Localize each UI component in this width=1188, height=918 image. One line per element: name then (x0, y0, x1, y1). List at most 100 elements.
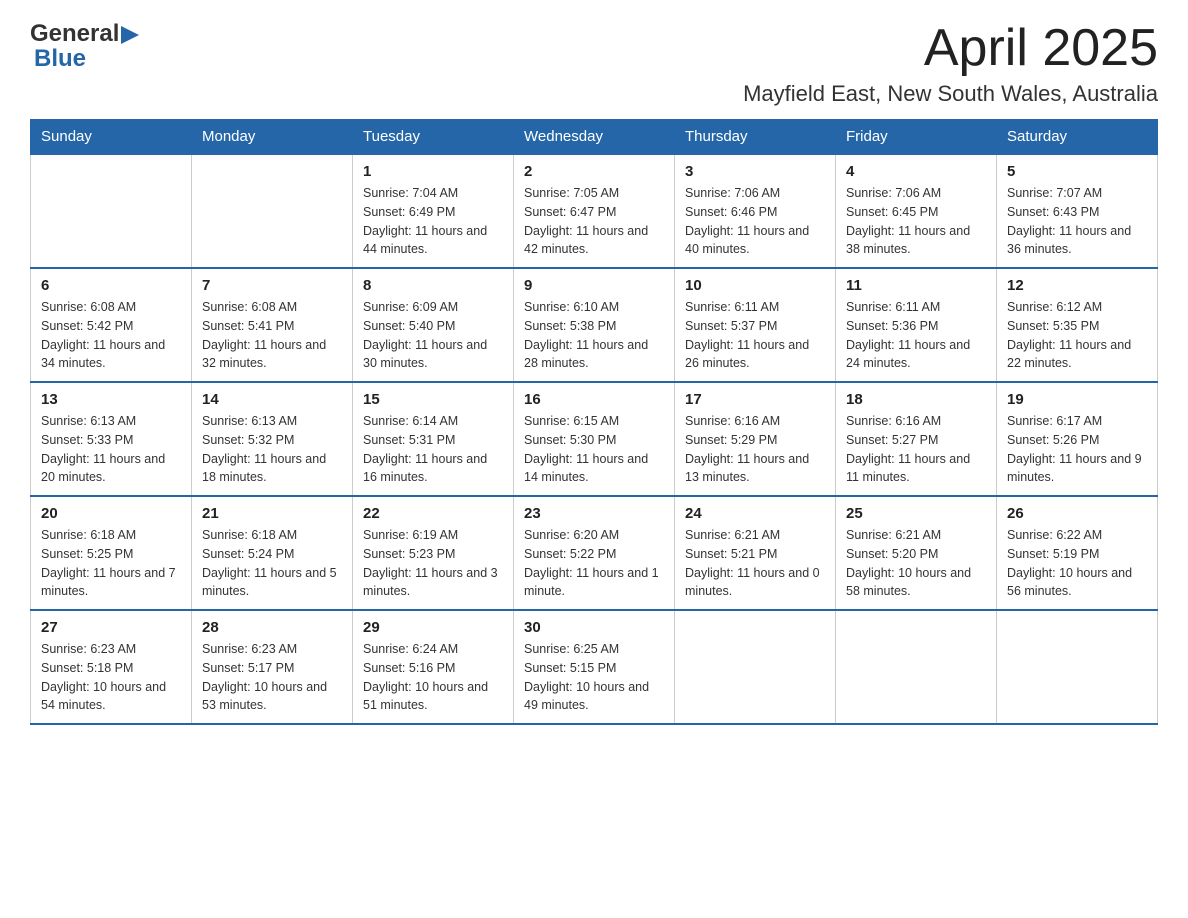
weekday-header-tuesday: Tuesday (353, 120, 514, 155)
calendar-cell: 20Sunrise: 6:18 AMSunset: 5:25 PMDayligh… (31, 496, 192, 610)
day-number: 23 (524, 505, 664, 522)
logo-arrow-icon (121, 26, 139, 44)
weekday-header-sunday: Sunday (31, 120, 192, 155)
sun-info: Sunrise: 7:04 AMSunset: 6:49 PMDaylight:… (363, 184, 503, 259)
sun-info: Sunrise: 6:08 AMSunset: 5:41 PMDaylight:… (202, 298, 342, 373)
day-number: 8 (363, 277, 503, 294)
sun-info: Sunrise: 6:16 AMSunset: 5:27 PMDaylight:… (846, 412, 986, 487)
logo: General Blue (30, 20, 139, 74)
sun-info: Sunrise: 6:16 AMSunset: 5:29 PMDaylight:… (685, 412, 825, 487)
calendar-cell: 9Sunrise: 6:10 AMSunset: 5:38 PMDaylight… (514, 268, 675, 382)
calendar-cell: 18 Sunrise: 6:16 AMSunset: 5:27 PMDayligh… (836, 382, 997, 496)
calendar-cell (836, 610, 997, 724)
calendar-cell: 10 Sunrise: 6:11 AMSunset: 5:37 PMDayligh… (675, 268, 836, 382)
calendar-cell: 23 Sunrise: 6:20 AMSunset: 5:22 PMDayligh… (514, 496, 675, 610)
sun-info: Sunrise: 6:23 AMSunset: 5:18 PMDaylight:… (41, 640, 181, 715)
calendar-week-row: 20Sunrise: 6:18 AMSunset: 5:25 PMDayligh… (31, 496, 1158, 610)
calendar-week-row: 1 Sunrise: 7:04 AMSunset: 6:49 PMDaylight… (31, 154, 1158, 268)
calendar-cell: 1 Sunrise: 7:04 AMSunset: 6:49 PMDaylight… (353, 154, 514, 268)
calendar-cell: 25Sunrise: 6:21 AMSunset: 5:20 PMDayligh… (836, 496, 997, 610)
sun-info: Sunrise: 6:09 AMSunset: 5:40 PMDaylight:… (363, 298, 503, 373)
location-title: Mayfield East, New South Wales, Australi… (743, 81, 1158, 107)
logo-blue-text: Blue (34, 45, 139, 74)
day-number: 30 (524, 619, 664, 636)
weekday-header-saturday: Saturday (997, 120, 1158, 155)
sun-info: Sunrise: 7:05 AMSunset: 6:47 PMDaylight:… (524, 184, 664, 259)
calendar-cell (675, 610, 836, 724)
calendar-cell: 12Sunrise: 6:12 AMSunset: 5:35 PMDayligh… (997, 268, 1158, 382)
title-block: April 2025 Mayfield East, New South Wale… (743, 20, 1158, 107)
sun-info: Sunrise: 6:23 AMSunset: 5:17 PMDaylight:… (202, 640, 342, 715)
day-number: 3 (685, 163, 825, 180)
calendar-cell: 17Sunrise: 6:16 AMSunset: 5:29 PMDayligh… (675, 382, 836, 496)
sun-info: Sunrise: 6:19 AMSunset: 5:23 PMDaylight:… (363, 526, 503, 601)
sun-info: Sunrise: 6:24 AMSunset: 5:16 PMDaylight:… (363, 640, 503, 715)
sun-info: Sunrise: 6:17 AMSunset: 5:26 PMDaylight:… (1007, 412, 1147, 487)
weekday-header-monday: Monday (192, 120, 353, 155)
day-number: 28 (202, 619, 342, 636)
sun-info: Sunrise: 6:21 AMSunset: 5:21 PMDaylight:… (685, 526, 825, 601)
day-number: 16 (524, 391, 664, 408)
sun-info: Sunrise: 6:22 AMSunset: 5:19 PMDaylight:… (1007, 526, 1147, 601)
calendar-cell: 3 Sunrise: 7:06 AMSunset: 6:46 PMDaylight… (675, 154, 836, 268)
day-number: 12 (1007, 277, 1147, 294)
calendar-table: SundayMondayTuesdayWednesdayThursdayFrid… (30, 119, 1158, 725)
calendar-week-row: 13Sunrise: 6:13 AMSunset: 5:33 PMDayligh… (31, 382, 1158, 496)
day-number: 24 (685, 505, 825, 522)
day-number: 5 (1007, 163, 1147, 180)
day-number: 9 (524, 277, 664, 294)
sun-info: Sunrise: 7:06 AMSunset: 6:46 PMDaylight:… (685, 184, 825, 259)
calendar-cell: 22 Sunrise: 6:19 AMSunset: 5:23 PMDayligh… (353, 496, 514, 610)
calendar-cell: 21Sunrise: 6:18 AMSunset: 5:24 PMDayligh… (192, 496, 353, 610)
month-title: April 2025 (743, 20, 1158, 77)
calendar-cell: 30 Sunrise: 6:25 AMSunset: 5:15 PMDayligh… (514, 610, 675, 724)
day-number: 10 (685, 277, 825, 294)
calendar-cell: 2 Sunrise: 7:05 AMSunset: 6:47 PMDaylight… (514, 154, 675, 268)
sun-info: Sunrise: 6:13 AMSunset: 5:32 PMDaylight:… (202, 412, 342, 487)
calendar-cell: 11Sunrise: 6:11 AMSunset: 5:36 PMDayligh… (836, 268, 997, 382)
day-number: 2 (524, 163, 664, 180)
calendar-cell: 28 Sunrise: 6:23 AMSunset: 5:17 PMDayligh… (192, 610, 353, 724)
sun-info: Sunrise: 6:20 AMSunset: 5:22 PMDaylight:… (524, 526, 664, 601)
weekday-header-friday: Friday (836, 120, 997, 155)
sun-info: Sunrise: 6:11 AMSunset: 5:37 PMDaylight:… (685, 298, 825, 373)
calendar-cell: 29 Sunrise: 6:24 AMSunset: 5:16 PMDayligh… (353, 610, 514, 724)
day-number: 4 (846, 163, 986, 180)
day-number: 18 (846, 391, 986, 408)
day-number: 27 (41, 619, 181, 636)
day-number: 21 (202, 505, 342, 522)
calendar-cell: 5Sunrise: 7:07 AMSunset: 6:43 PMDaylight… (997, 154, 1158, 268)
calendar-cell: 4Sunrise: 7:06 AMSunset: 6:45 PMDaylight… (836, 154, 997, 268)
day-number: 15 (363, 391, 503, 408)
day-number: 14 (202, 391, 342, 408)
weekday-header-thursday: Thursday (675, 120, 836, 155)
calendar-cell: 19 Sunrise: 6:17 AMSunset: 5:26 PMDayligh… (997, 382, 1158, 496)
sun-info: Sunrise: 6:21 AMSunset: 5:20 PMDaylight:… (846, 526, 986, 601)
calendar-cell: 13Sunrise: 6:13 AMSunset: 5:33 PMDayligh… (31, 382, 192, 496)
calendar-cell: 7 Sunrise: 6:08 AMSunset: 5:41 PMDaylight… (192, 268, 353, 382)
sun-info: Sunrise: 6:11 AMSunset: 5:36 PMDaylight:… (846, 298, 986, 373)
calendar-week-row: 6 Sunrise: 6:08 AMSunset: 5:42 PMDaylight… (31, 268, 1158, 382)
calendar-cell: 8 Sunrise: 6:09 AMSunset: 5:40 PMDaylight… (353, 268, 514, 382)
calendar-cell (997, 610, 1158, 724)
sun-info: Sunrise: 6:25 AMSunset: 5:15 PMDaylight:… (524, 640, 664, 715)
calendar-cell (31, 154, 192, 268)
day-number: 6 (41, 277, 181, 294)
sun-info: Sunrise: 6:15 AMSunset: 5:30 PMDaylight:… (524, 412, 664, 487)
sun-info: Sunrise: 6:14 AMSunset: 5:31 PMDaylight:… (363, 412, 503, 487)
day-number: 26 (1007, 505, 1147, 522)
calendar-week-row: 27 Sunrise: 6:23 AMSunset: 5:18 PMDayligh… (31, 610, 1158, 724)
calendar-cell: 15 Sunrise: 6:14 AMSunset: 5:31 PMDayligh… (353, 382, 514, 496)
calendar-cell: 16 Sunrise: 6:15 AMSunset: 5:30 PMDayligh… (514, 382, 675, 496)
calendar-cell: 27 Sunrise: 6:23 AMSunset: 5:18 PMDayligh… (31, 610, 192, 724)
day-number: 1 (363, 163, 503, 180)
sun-info: Sunrise: 6:08 AMSunset: 5:42 PMDaylight:… (41, 298, 181, 373)
day-number: 7 (202, 277, 342, 294)
day-number: 20 (41, 505, 181, 522)
calendar-cell: 26 Sunrise: 6:22 AMSunset: 5:19 PMDayligh… (997, 496, 1158, 610)
day-number: 29 (363, 619, 503, 636)
calendar-header-row: SundayMondayTuesdayWednesdayThursdayFrid… (31, 120, 1158, 155)
day-number: 22 (363, 505, 503, 522)
calendar-cell: 24 Sunrise: 6:21 AMSunset: 5:21 PMDayligh… (675, 496, 836, 610)
day-number: 19 (1007, 391, 1147, 408)
